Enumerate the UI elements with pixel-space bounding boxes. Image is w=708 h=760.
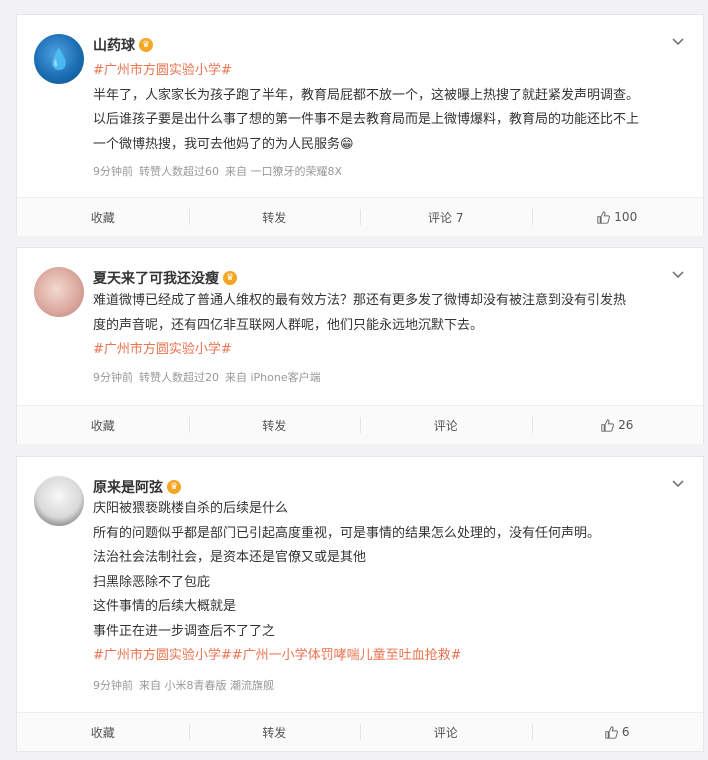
comment-button[interactable]: 评论 — [360, 406, 532, 444]
weibo-post-card: 原来是阿弦 ♛ 庆阳被猥亵跳楼自杀的后续是什么 所有的问题似乎都是部门已引起高度… — [16, 456, 704, 752]
action-bar: 收藏 转发 评论 26 — [17, 405, 703, 444]
post-content: 庆阳被猥亵跳楼自杀的后续是什么 所有的问题似乎都是部门已引起高度重视，可是事情的… — [93, 497, 683, 669]
user-avatar[interactable] — [34, 476, 84, 526]
forward-button[interactable]: 转发 — [188, 406, 361, 444]
post-source: 来自 iPhone客户端 — [225, 371, 321, 384]
thumbs-up-icon — [597, 210, 611, 224]
post-text-line: 以后谁孩子要是出什么事了想的第一件事不是去教育局而是上微博爆料，教育局的功能还比… — [93, 112, 640, 127]
chevron-down-icon[interactable] — [671, 477, 685, 491]
forward-button[interactable]: 转发 — [188, 713, 361, 751]
post-text-line: 这件事情的后续大概就是 — [93, 599, 237, 614]
post-time[interactable]: 9分钟前 — [93, 163, 133, 179]
user-name[interactable]: 夏天来了可我还没瘦 — [93, 268, 219, 288]
post-source: 来自 小米8青春版 潮流旗舰 — [139, 679, 274, 692]
post-meta: 9分钟前 来自 小米8青春版 潮流旗舰 — [93, 677, 274, 693]
post-content: 难道微博已经成了普通人维权的最有效方法？那还有更多发了微博却没有被注意到没有引发… — [93, 289, 683, 363]
like-button[interactable]: 6 — [531, 713, 704, 751]
like-count: 26 — [618, 418, 634, 432]
collect-button[interactable]: 收藏 — [17, 198, 189, 236]
user-avatar[interactable]: 💧 — [34, 34, 84, 84]
weibo-post-card: 💧 山药球 ♛ #广州市方圆实验小学# 半年了，人家家长为孩子跑了半年，教育局屁… — [16, 14, 704, 236]
comment-button[interactable]: 评论 — [360, 713, 532, 751]
topic-link[interactable]: #广州市方圆实验小学# — [93, 59, 683, 84]
post-text-line: 庆阳被猥亵跳楼自杀的后续是什么 — [93, 501, 289, 516]
user-avatar[interactable] — [34, 267, 84, 317]
post-time[interactable]: 9分钟前 — [93, 369, 133, 385]
post-content: #广州市方圆实验小学# 半年了，人家家长为孩子跑了半年，教育局屁都不放一个，这被… — [93, 59, 683, 157]
forward-button[interactable]: 转发 — [188, 198, 361, 236]
like-button[interactable]: 100 — [531, 198, 704, 236]
forward-info: 转赞人数超过20 — [139, 371, 219, 384]
collect-button[interactable]: 收藏 — [17, 713, 189, 751]
weibo-post-card: 夏天来了可我还没瘦 ♛ 难道微博已经成了普通人维权的最有效方法？那还有更多发了微… — [16, 247, 704, 444]
post-text-line: 半年了，人家家长为孩子跑了半年，教育局屁都不放一个，这被曝上热搜了就赶紧发声明调… — [93, 87, 640, 103]
chevron-down-icon[interactable] — [671, 35, 685, 49]
forward-info: 转赞人数超过60 — [139, 165, 219, 178]
post-time[interactable]: 9分钟前 — [93, 677, 133, 693]
comment-button[interactable]: 评论 7 — [360, 198, 532, 236]
like-button[interactable]: 26 — [531, 406, 704, 444]
post-text-line: 难道微博已经成了普通人维权的最有效方法？那还有更多发了微博却没有被注意到没有引发… — [93, 293, 627, 308]
post-meta: 9分钟前 转赞人数超过60 来自 一口獠牙的荣耀8X — [93, 163, 342, 179]
post-source: 来自 一口獠牙的荣耀8X — [225, 165, 343, 178]
post-text-line: 事件正在进一步调查后不了了之 — [93, 623, 276, 639]
like-count: 100 — [614, 210, 638, 224]
action-bar: 收藏 转发 评论 6 — [17, 712, 703, 751]
like-count: 6 — [621, 725, 630, 739]
water-drop-icon: 💧 — [46, 47, 72, 71]
action-bar: 收藏 转发 评论 7 100 — [17, 197, 703, 236]
post-text-line: 度的声音呢，还有四亿非互联网人群呢，他们只能永远地沉默下去。 — [93, 317, 484, 333]
vip-badge-icon: ♛ — [167, 480, 181, 494]
user-name[interactable]: 山药球 — [93, 35, 135, 55]
thumbs-up-icon — [605, 725, 618, 739]
post-meta: 9分钟前 转赞人数超过20 来自 iPhone客户端 — [93, 369, 321, 385]
chevron-down-icon[interactable] — [671, 268, 685, 282]
vip-badge-icon: ♛ — [223, 271, 237, 285]
collect-button[interactable]: 收藏 — [17, 406, 189, 444]
post-text-line: 扫黑除恶除不了包庇 — [93, 574, 211, 590]
user-name[interactable]: 原来是阿弦 — [93, 477, 163, 497]
vip-badge-icon: ♛ — [139, 38, 153, 52]
post-text-line: 一个微博热搜，我可去他妈了的为人民服务😁 — [93, 136, 354, 152]
post-text-line: 所有的问题似乎都是部门已引起高度重视，可是事情的结果怎么处理的，没有任何声明。 — [93, 525, 601, 541]
post-text-line: 法治社会法制社会，是资本还是官僚又或是其他 — [93, 550, 367, 565]
thumbs-up-icon — [601, 418, 615, 432]
topic-link[interactable]: #广州市方圆实验小学##广州一小学体罚哮喘儿童至吐血抢救# — [93, 644, 683, 669]
topic-link[interactable]: #广州市方圆实验小学# — [93, 338, 683, 363]
